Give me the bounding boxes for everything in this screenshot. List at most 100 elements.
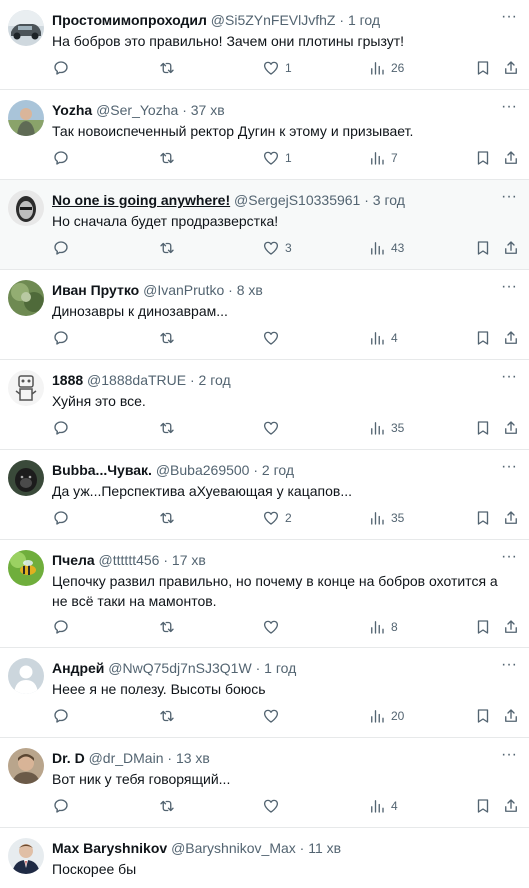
share-button[interactable]: [502, 418, 520, 438]
more-icon[interactable]: ···: [499, 189, 519, 210]
bookmark-button[interactable]: [474, 796, 492, 816]
author-name[interactable]: Bubba...Чувак.: [52, 462, 152, 478]
tweet[interactable]: Андрей @NwQ75dj7nSJ3Q1W · 1 год ··· Неее…: [0, 648, 529, 738]
reply-button[interactable]: [52, 617, 70, 637]
more-icon[interactable]: ···: [499, 9, 519, 30]
timestamp[interactable]: 13 хв: [176, 750, 210, 766]
avatar[interactable]: [8, 838, 44, 874]
more-icon[interactable]: ···: [499, 369, 519, 390]
bookmark-button[interactable]: [474, 418, 492, 438]
tweet[interactable]: No one is going anywhere! @SergejS103359…: [0, 180, 529, 270]
more-icon[interactable]: ···: [499, 459, 519, 480]
bookmark-button[interactable]: [474, 238, 492, 258]
avatar[interactable]: [8, 190, 44, 226]
tweet[interactable]: Max Baryshnikov @Baryshnikov_Max · 11 хв…: [0, 828, 529, 888]
author-handle[interactable]: @dr_DMain: [89, 750, 164, 766]
retweet-button[interactable]: [158, 508, 176, 528]
share-button[interactable]: [502, 58, 520, 78]
avatar[interactable]: [8, 748, 44, 784]
timestamp[interactable]: 2 год: [199, 372, 231, 388]
author-name[interactable]: Иван Прутко: [52, 282, 139, 298]
author-name[interactable]: Пчела: [52, 552, 95, 568]
avatar[interactable]: [8, 370, 44, 406]
author-name[interactable]: Dr. D: [52, 750, 85, 766]
share-button[interactable]: [502, 706, 520, 726]
retweet-button[interactable]: [158, 148, 176, 168]
views-button[interactable]: 26: [368, 58, 404, 78]
more-icon[interactable]: ···: [499, 657, 519, 678]
share-button[interactable]: [502, 148, 520, 168]
share-button[interactable]: [502, 328, 520, 348]
reply-button[interactable]: [52, 328, 70, 348]
tweet[interactable]: Иван Прутко @IvanPrutko · 8 хв ··· Диноз…: [0, 270, 529, 360]
tweet[interactable]: Bubba...Чувак. @Buba269500 · 2 год ··· Д…: [0, 450, 529, 540]
retweet-button[interactable]: [158, 617, 176, 637]
retweet-button[interactable]: [158, 418, 176, 438]
like-button[interactable]: [262, 418, 285, 438]
retweet-button[interactable]: [158, 796, 176, 816]
timestamp[interactable]: 2 год: [262, 462, 294, 478]
more-icon[interactable]: ···: [499, 279, 519, 300]
tweet[interactable]: Yozha @Ser_Yozha · 37 хв ··· Так новоисп…: [0, 90, 529, 180]
tweet[interactable]: Простомимопроходил @Si5ZYnFEVlJvfhZ · 1 …: [0, 0, 529, 90]
retweet-button[interactable]: [158, 328, 176, 348]
avatar[interactable]: [8, 460, 44, 496]
author-name[interactable]: Простомимопроходил: [52, 12, 207, 28]
author-name[interactable]: 1888: [52, 372, 83, 388]
timestamp[interactable]: 17 хв: [172, 552, 206, 568]
author-handle[interactable]: @Ser_Yozha: [96, 102, 178, 118]
author-handle[interactable]: @SergejS10335961: [234, 192, 360, 208]
like-button[interactable]: 1: [262, 58, 292, 78]
retweet-button[interactable]: [158, 706, 176, 726]
like-button[interactable]: [262, 328, 285, 348]
author-handle[interactable]: @tttttt456: [99, 552, 160, 568]
tweet[interactable]: Пчела @tttttt456 · 17 хв ··· Цепочку раз…: [0, 540, 529, 648]
reply-button[interactable]: [52, 706, 70, 726]
more-icon[interactable]: ···: [499, 747, 519, 768]
timestamp[interactable]: 1 год: [264, 660, 296, 676]
like-button[interactable]: 1: [262, 148, 292, 168]
author-name[interactable]: Андрей: [52, 660, 104, 676]
author-name[interactable]: Yozha: [52, 102, 92, 118]
timestamp[interactable]: 1 год: [348, 12, 380, 28]
avatar[interactable]: [8, 10, 44, 46]
like-button[interactable]: [262, 706, 285, 726]
views-button[interactable]: 8: [368, 617, 398, 637]
like-button[interactable]: 3: [262, 238, 292, 258]
views-button[interactable]: 43: [368, 238, 404, 258]
views-button[interactable]: 4: [368, 328, 398, 348]
tweet[interactable]: Dr. D @dr_DMain · 13 хв ··· Вот ник у те…: [0, 738, 529, 828]
bookmark-button[interactable]: [474, 58, 492, 78]
timestamp[interactable]: 3 год: [373, 192, 405, 208]
avatar[interactable]: [8, 100, 44, 136]
bookmark-button[interactable]: [474, 706, 492, 726]
author-handle[interactable]: @IvanPrutko: [143, 282, 224, 298]
reply-button[interactable]: [52, 238, 70, 258]
share-button[interactable]: [502, 508, 520, 528]
author-name[interactable]: Max Baryshnikov: [52, 840, 167, 856]
author-handle[interactable]: @Baryshnikov_Max: [171, 840, 296, 856]
like-button[interactable]: 2: [262, 508, 292, 528]
views-button[interactable]: 20: [368, 706, 404, 726]
timestamp[interactable]: 11 хв: [308, 840, 341, 856]
bookmark-button[interactable]: [474, 148, 492, 168]
like-button[interactable]: [262, 796, 285, 816]
share-button[interactable]: [502, 617, 520, 637]
share-button[interactable]: [502, 238, 520, 258]
retweet-button[interactable]: [158, 238, 176, 258]
timestamp[interactable]: 37 хв: [191, 102, 225, 118]
like-button[interactable]: [262, 617, 285, 637]
views-button[interactable]: 35: [368, 508, 404, 528]
reply-button[interactable]: [52, 148, 70, 168]
retweet-button[interactable]: [158, 58, 176, 78]
author-name[interactable]: No one is going anywhere!: [52, 192, 230, 208]
more-icon[interactable]: ···: [499, 99, 519, 120]
more-icon[interactable]: ···: [499, 549, 519, 570]
author-handle[interactable]: @1888daTRUE: [87, 372, 186, 388]
bookmark-button[interactable]: [474, 508, 492, 528]
author-handle[interactable]: @Buba269500: [156, 462, 250, 478]
author-handle[interactable]: @Si5ZYnFEVlJvfhZ: [211, 12, 336, 28]
reply-button[interactable]: [52, 508, 70, 528]
author-handle[interactable]: @NwQ75dj7nSJ3Q1W: [108, 660, 251, 676]
views-button[interactable]: 7: [368, 148, 398, 168]
